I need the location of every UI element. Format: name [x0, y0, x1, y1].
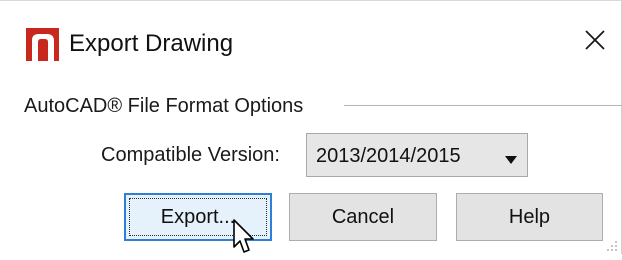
resize-grip-icon[interactable] [602, 237, 620, 255]
mouse-pointer-icon [233, 219, 261, 255]
compatible-version-select[interactable]: 2013/2014/2015 [306, 133, 528, 177]
cancel-button[interactable]: Cancel [289, 193, 437, 241]
title-bar[interactable]: Export Drawing [0, 1, 622, 89]
group-divider [344, 105, 622, 106]
close-icon [585, 29, 605, 55]
file-format-options-group-label: AutoCAD® File Format Options [24, 95, 304, 117]
cancel-button-label: Cancel [331, 205, 395, 228]
help-button[interactable]: Help [456, 193, 603, 241]
help-button-label: Help [508, 205, 551, 228]
compatible-version-label: Compatible Version: [101, 144, 280, 166]
export-drawing-dialog: Export Drawing AutoCAD® File Format Opti… [0, 0, 622, 254]
close-button[interactable] [578, 25, 612, 59]
window-title: Export Drawing [69, 30, 234, 57]
chief-architect-logo-icon [26, 28, 59, 61]
compatible-version-value: 2013/2014/2015 [316, 145, 461, 167]
dropdown-arrow-icon [505, 151, 517, 164]
